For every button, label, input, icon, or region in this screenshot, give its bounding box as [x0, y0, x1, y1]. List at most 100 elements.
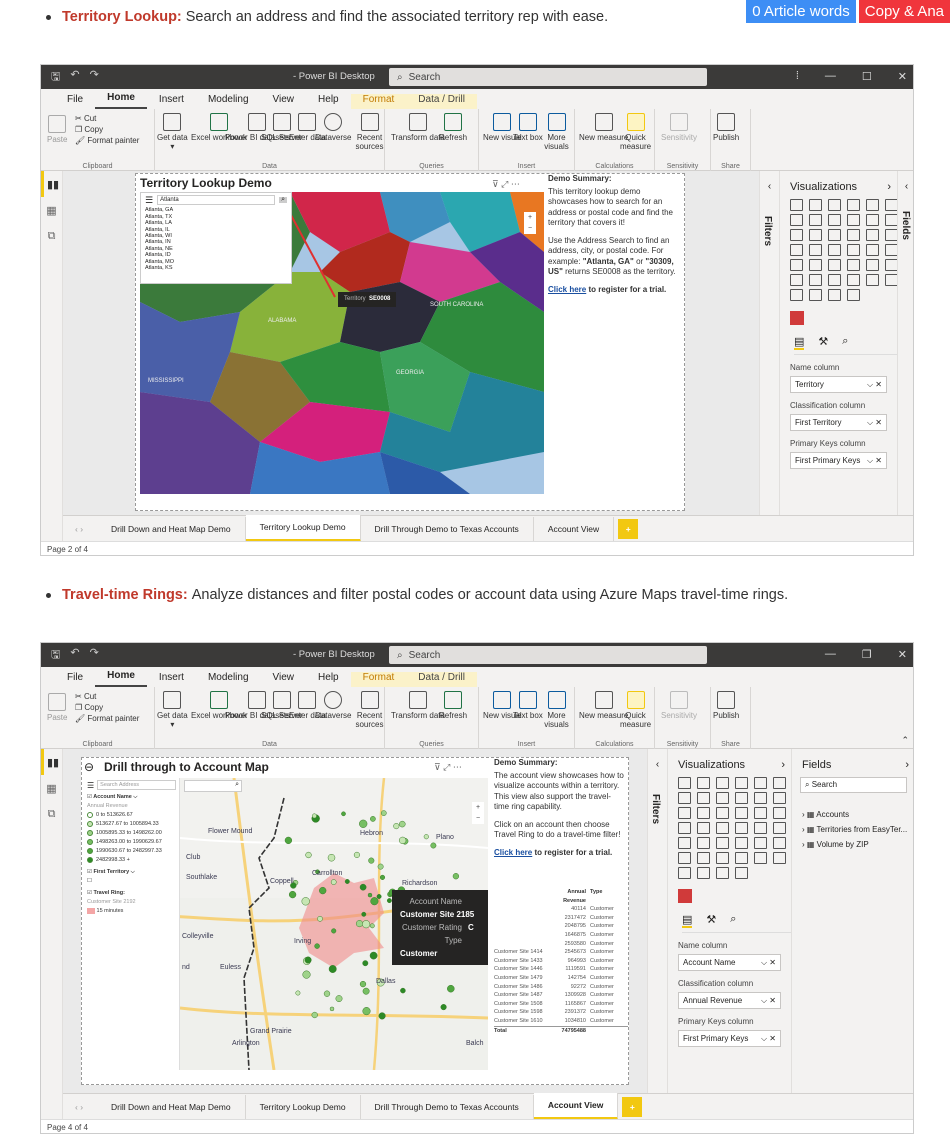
- menu-insert[interactable]: Insert: [147, 94, 196, 109]
- add-page-button[interactable]: +: [618, 518, 639, 539]
- get-data-button[interactable]: Get data ▾: [157, 113, 188, 151]
- filter-icon[interactable]: ⊽: [492, 179, 499, 189]
- visual-type-icon[interactable]: [735, 837, 748, 849]
- account-point[interactable]: [369, 923, 375, 929]
- account-point[interactable]: [319, 886, 327, 895]
- visual-type-icon[interactable]: [735, 822, 748, 834]
- visual-type-icon[interactable]: [678, 807, 691, 819]
- analytics-icon[interactable]: ⌕: [842, 335, 848, 350]
- visual-type-icon[interactable]: [866, 199, 879, 211]
- visual-type-icon[interactable]: [678, 822, 691, 834]
- visual-type-icon[interactable]: [735, 852, 748, 864]
- visual-type-icon[interactable]: [773, 852, 786, 864]
- visual-type-icon[interactable]: [754, 807, 767, 819]
- visual-type-icon[interactable]: [828, 229, 841, 241]
- menu-format[interactable]: Format: [350, 672, 407, 687]
- visual-type-icon[interactable]: [678, 852, 691, 864]
- account-point[interactable]: [398, 836, 407, 845]
- account-map[interactable]: Flower Mound Carrollton Plano Richardson Irv…: [84, 778, 488, 1070]
- visual-type-icon[interactable]: [847, 199, 860, 211]
- visual-type-icon[interactable]: [678, 867, 691, 879]
- sensitivity-button[interactable]: Sensitivity: [661, 691, 697, 720]
- publish-button[interactable]: Publish: [713, 113, 739, 142]
- visual-type-icon[interactable]: [828, 199, 841, 211]
- account-point[interactable]: [367, 892, 373, 898]
- more-visuals-button[interactable]: More visuals: [539, 691, 574, 729]
- account-point[interactable]: [302, 970, 311, 979]
- tab-scroll-arrows[interactable]: ‹ ›: [75, 1102, 83, 1112]
- focus-icon[interactable]: ⤢: [443, 762, 450, 772]
- cut-button[interactable]: ✂ Cut: [75, 691, 139, 702]
- account-point[interactable]: [335, 995, 343, 1003]
- account-point[interactable]: [288, 890, 297, 899]
- name-column-field[interactable]: Territory ⌵ ✕: [790, 376, 887, 393]
- visual-type-icon[interactable]: [790, 289, 803, 301]
- menu-modeling[interactable]: Modeling: [196, 672, 261, 687]
- table-row[interactable]: Customer Site 1508 1165867 Customer: [494, 1000, 628, 1009]
- get-data-button[interactable]: Get data ▾: [157, 691, 188, 729]
- filters-pane-collapsed[interactable]: ‹ Filters: [647, 749, 667, 1133]
- suggestion-item[interactable]: Atlanta, KS: [145, 265, 287, 271]
- account-point[interactable]: [359, 819, 368, 828]
- map-zoom-controls[interactable]: + −: [524, 212, 536, 234]
- menu-file[interactable]: File: [55, 672, 95, 687]
- visual-type-icon[interactable]: [790, 229, 803, 241]
- visual-type-icon[interactable]: [697, 777, 710, 789]
- copy-button[interactable]: ❐ Copy: [75, 702, 139, 713]
- map-zoom-controls[interactable]: + −: [472, 802, 484, 824]
- hamburger-menu-icon[interactable]: ☰: [87, 781, 94, 790]
- table-row[interactable]: 40114 Customer: [494, 905, 628, 914]
- account-point[interactable]: [317, 915, 323, 922]
- account-point[interactable]: [359, 883, 367, 891]
- territory-map[interactable]: ☰ Atlanta ⌕ Atlanta, GA Atlanta, TX Atlant…: [140, 192, 544, 494]
- account-point[interactable]: [393, 823, 400, 830]
- account-point[interactable]: [353, 851, 360, 858]
- tab-territory-lookup[interactable]: Territory Lookup Demo: [246, 1094, 361, 1119]
- account-point[interactable]: [361, 911, 367, 917]
- visual-type-icon[interactable]: [866, 229, 879, 241]
- filters-pane-collapsed[interactable]: ‹ Filters: [759, 171, 779, 555]
- visual-type-icon[interactable]: [866, 259, 879, 271]
- account-point[interactable]: [423, 834, 429, 840]
- tab-drill-down[interactable]: Drill Down and Heat Map Demo: [97, 1094, 246, 1119]
- visual-type-icon[interactable]: [754, 822, 767, 834]
- visual-type-icon[interactable]: [809, 274, 822, 286]
- redo-icon[interactable]: ↷: [90, 646, 99, 665]
- name-column-field[interactable]: Account Name ⌵ ✕: [678, 954, 781, 971]
- model-view-icon[interactable]: ⧉: [41, 223, 62, 249]
- chevron-down-icon[interactable]: ⌵ ✕: [867, 418, 882, 428]
- menu-home[interactable]: Home: [95, 92, 147, 109]
- fields-well-icon[interactable]: ▤: [682, 913, 693, 928]
- visual-type-icon[interactable]: [735, 792, 748, 804]
- visual-type-icon[interactable]: [809, 214, 822, 226]
- account-point[interactable]: [379, 874, 386, 880]
- format-painter-button[interactable]: 🖌 Format painter: [75, 135, 139, 146]
- account-point[interactable]: [377, 863, 384, 870]
- minimize-icon[interactable]: —: [825, 648, 836, 661]
- visual-type-icon[interactable]: [828, 244, 841, 256]
- field-table-accounts[interactable]: › ▦ Accounts: [802, 807, 913, 822]
- menu-view[interactable]: View: [261, 94, 307, 109]
- account-point[interactable]: [399, 820, 406, 828]
- visual-type-icon[interactable]: [735, 867, 748, 879]
- visual-type-icon[interactable]: [716, 792, 729, 804]
- menu-home[interactable]: Home: [95, 670, 147, 687]
- transform-data-button[interactable]: Transform data: [391, 691, 445, 720]
- tab-account-view[interactable]: Account View: [533, 1093, 619, 1120]
- map-visual-icon[interactable]: [790, 311, 804, 325]
- close-icon[interactable]: ✕: [898, 648, 907, 661]
- visual-type-icon[interactable]: [790, 244, 803, 256]
- account-point[interactable]: [380, 810, 387, 816]
- visual-type-icon[interactable]: [697, 852, 710, 864]
- visual-type-icon[interactable]: [828, 259, 841, 271]
- chevron-left-icon[interactable]: ‹: [648, 759, 667, 770]
- visual-type-icon[interactable]: [697, 792, 710, 804]
- hamburger-menu-icon[interactable]: ☰: [145, 195, 153, 205]
- maximize-icon[interactable]: ☐: [862, 70, 872, 83]
- visual-type-icon[interactable]: [754, 852, 767, 864]
- visual-type-icon[interactable]: [847, 259, 860, 271]
- visual-type-icon[interactable]: [678, 777, 691, 789]
- chevron-right-icon[interactable]: ›: [905, 759, 909, 771]
- visual-type-icon[interactable]: [847, 244, 860, 256]
- copy-analyze-button[interactable]: Copy & Ana: [858, 0, 950, 23]
